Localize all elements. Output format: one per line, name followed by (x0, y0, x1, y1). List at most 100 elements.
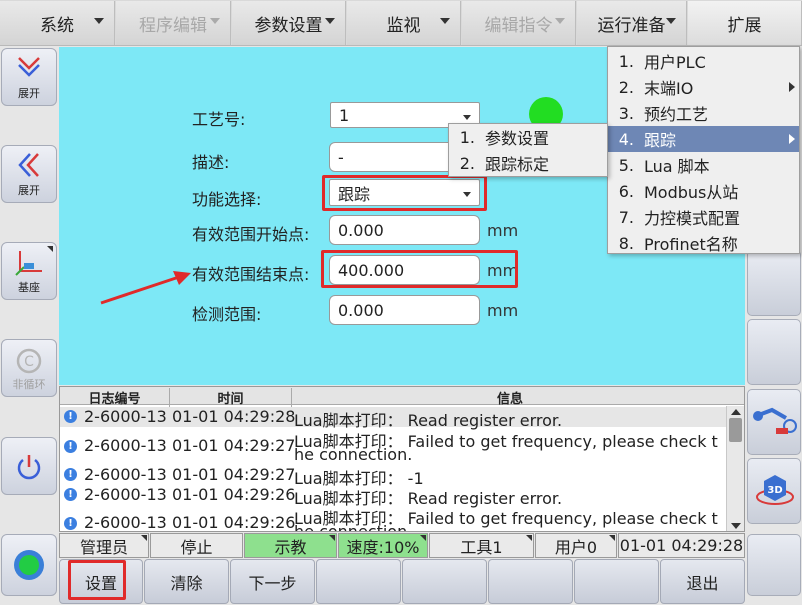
status-user[interactable]: 管理员 (59, 533, 149, 558)
noncycle-label: 非循环 (12, 378, 46, 391)
tracking-submenu-item-calibrate[interactable]: 2. 跟踪标定 (449, 150, 607, 176)
log-row[interactable]: ! 2-6000-13 01-01 04:29:27 Lua脚本打印： Fail… (60, 428, 728, 464)
expand-top-button[interactable]: 展开 (1, 48, 57, 106)
menu-system-label: 系统 (40, 15, 74, 36)
chevron-down-icon (210, 18, 220, 24)
top-menu-bar: 系统 程序编辑 参数设置 监视 编辑指令 运行准备 扩展 (0, 0, 802, 46)
log-row-id: 2-6000-13 (84, 465, 167, 484)
exit-button[interactable]: 退出 (660, 559, 745, 604)
menu-run-prepare-label: 运行准备 (597, 15, 666, 36)
scroll-thumb[interactable] (729, 418, 742, 442)
right-side-button-3[interactable] (747, 534, 801, 596)
menu-monitor[interactable]: 监视 (347, 1, 461, 45)
record-icon (14, 550, 44, 580)
exit-button-label: 退出 (686, 573, 719, 593)
log-row[interactable]: ! 2-6000-13 01-01 04:29:26 Lua脚本打印： Fail… (60, 505, 728, 532)
extend-menu-item-user-plc[interactable]: 1. 用户PLC (608, 48, 799, 74)
base-frame-icon (15, 251, 42, 276)
extend-menu-item-num: 5. (618, 155, 634, 175)
expand-top-label: 展开 (18, 87, 40, 100)
status-user-frame-label: 用户0 (554, 537, 598, 557)
status-mode-label: 示教 (274, 537, 307, 557)
clear-button-label: 清除 (170, 573, 203, 593)
annotation-arrow-icon (100, 271, 191, 305)
extend-menu-item-reserve[interactable]: 3. 预约工艺 (608, 100, 799, 126)
scroll-up-icon[interactable] (731, 409, 741, 415)
range-start-field[interactable]: 0.000 (329, 215, 480, 245)
log-row[interactable]: ! 2-6000-13 01-01 04:29:28 Lua脚本打印： Read… (60, 407, 728, 430)
log-row-time: 01-01 04:29:26 (172, 513, 296, 532)
bottom-empty-button-3[interactable] (488, 559, 573, 604)
view-3d-button[interactable]: 3D (747, 458, 801, 524)
extend-menu-item-end-io[interactable]: 2. 末端IO (608, 74, 799, 100)
base-frame-button[interactable]: 基座 (1, 242, 57, 300)
right-side-button-1[interactable] (747, 250, 801, 316)
log-row-time: 01-01 04:29:28 (172, 407, 296, 426)
info-icon: ! (64, 468, 77, 481)
status-tool[interactable]: 工具1 (429, 533, 534, 558)
extend-menu-item-label: 预约工艺 (644, 105, 709, 124)
log-row-time: 01-01 04:29:27 (172, 465, 296, 484)
detect-range-label: 检测范围: (192, 305, 262, 324)
status-mode[interactable]: 示教 (244, 533, 337, 558)
chevron-down-icon (463, 115, 471, 120)
menu-program-edit[interactable]: 程序编辑 (116, 1, 231, 45)
tracking-submenu-item-num: 1. (459, 127, 475, 147)
noncycle-button[interactable]: C 非循环 (1, 339, 57, 397)
log-header: 日志编号 时间 信息 (60, 387, 744, 407)
corner-marker-icon (47, 246, 53, 252)
detect-range-field[interactable]: 0.000 (329, 295, 480, 325)
extend-menu-item-tracking[interactable]: 4. 跟踪 (608, 126, 799, 152)
extend-menu: 1. 用户PLC 2. 末端IO 3. 预约工艺 4. 跟踪 5. Lua 脚本… (607, 46, 800, 254)
menu-program-edit-label: 程序编辑 (139, 15, 207, 36)
menu-extend[interactable]: 扩展 (688, 1, 802, 45)
log-row-id: 2-6000-13 (84, 407, 167, 426)
log-row-id: 2-6000-13 (84, 513, 167, 532)
extend-menu-item-num: 1. (618, 51, 634, 71)
log-row[interactable]: ! 2-6000-13 01-01 04:29:26 Lua脚本打印： Read… (60, 485, 728, 508)
right-side-button-2[interactable] (747, 319, 801, 385)
process-number-label: 工艺号: (192, 110, 246, 129)
corner-marker-icon (609, 535, 615, 541)
bottom-empty-button-1[interactable] (316, 559, 401, 604)
function-select[interactable]: 跟踪 (329, 179, 480, 206)
function-select-value: 跟踪 (338, 184, 371, 204)
log-scrollbar[interactable] (726, 406, 744, 531)
extend-menu-item-label: Profinet名称 (644, 235, 738, 254)
svg-text:3D: 3D (767, 485, 782, 496)
menu-run-prepare[interactable]: 运行准备 (577, 1, 687, 45)
robot-view-button[interactable] (747, 389, 801, 455)
corner-marker-icon (526, 535, 532, 541)
run-status-button[interactable] (1, 534, 57, 596)
menu-system[interactable]: 系统 (0, 1, 115, 45)
menu-extend-label: 扩展 (727, 15, 762, 36)
svg-text:C: C (24, 354, 34, 370)
chevron-right-icon (789, 82, 795, 92)
info-icon: ! (64, 488, 77, 501)
clear-button[interactable]: 清除 (144, 559, 229, 604)
extend-menu-item-modbus[interactable]: 6. Modbus从站 (608, 178, 799, 204)
cube-3d-icon: 3D (756, 475, 794, 505)
extend-menu-item-label: 力控模式配置 (644, 209, 741, 228)
menu-edit-instruction[interactable]: 编辑指令 (462, 1, 576, 45)
status-user-frame[interactable]: 用户0 (535, 533, 617, 558)
chevron-down-icon (555, 18, 565, 24)
log-row[interactable]: ! 2-6000-13 01-01 04:29:27 Lua脚本打印： -1 (60, 465, 728, 488)
extend-menu-item-profinet[interactable]: 8. Profinet名称 (608, 230, 799, 256)
bottom-empty-button-4[interactable] (574, 559, 659, 604)
status-user-label: 管理员 (79, 537, 128, 557)
next-step-button[interactable]: 下一步 (230, 559, 315, 604)
log-header-time: 时间 (170, 388, 292, 407)
tracking-submenu-item-params[interactable]: 1. 参数设置 (449, 124, 607, 150)
expand-left-button[interactable]: 展开 (1, 145, 57, 203)
scroll-down-icon[interactable] (731, 523, 741, 529)
tracking-submenu-item-label: 跟踪标定 (485, 155, 550, 174)
menu-param-settings[interactable]: 参数设置 (232, 1, 346, 45)
tracking-submenu-item-num: 2. (459, 153, 475, 173)
status-clock: 01-01 04:29:28 (618, 533, 745, 558)
bottom-empty-button-2[interactable] (402, 559, 487, 604)
power-button[interactable] (1, 437, 57, 495)
extend-menu-item-force[interactable]: 7. 力控模式配置 (608, 204, 799, 230)
status-speed[interactable]: 速度:10% (338, 533, 428, 558)
extend-menu-item-lua[interactable]: 5. Lua 脚本 (608, 152, 799, 178)
